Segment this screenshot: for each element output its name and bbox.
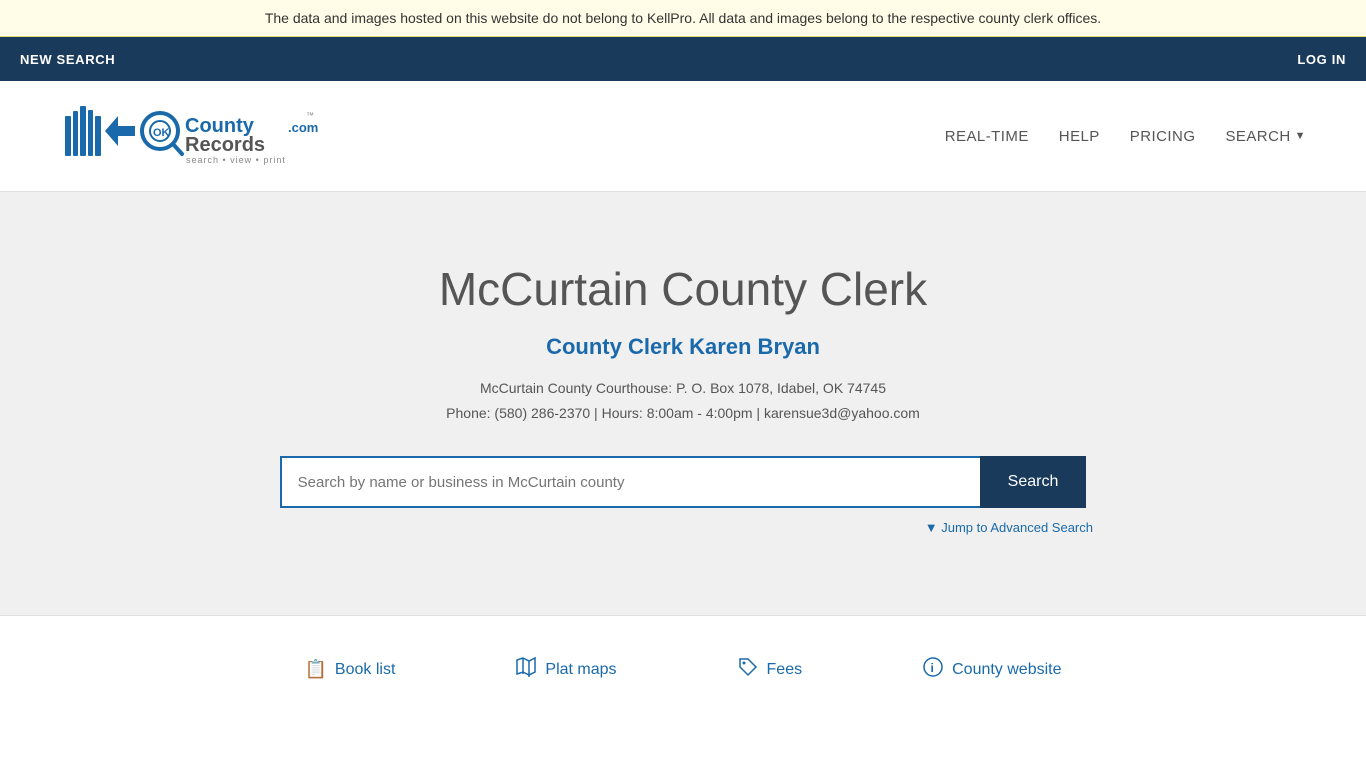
address-line2: Phone: (580) 286-2370 | Hours: 8:00am - … [20, 401, 1346, 426]
clerk-name: County Clerk Karen Bryan [20, 334, 1346, 360]
svg-text:™: ™ [306, 111, 314, 120]
search-dropdown-link[interactable]: SEARCH ▼ [1225, 128, 1306, 145]
help-link[interactable]: HELP [1059, 128, 1100, 145]
search-input[interactable] [280, 456, 980, 508]
fees-link[interactable]: Fees [737, 656, 803, 683]
advanced-search-link[interactable]: ▼ Jump to Advanced Search [925, 520, 1093, 535]
svg-text:search • view • print: search • view • print [186, 155, 286, 165]
search-bar-container: Search [20, 456, 1346, 508]
plat-maps-icon [515, 656, 537, 683]
site-header: OK County Records .com search • view • p… [0, 81, 1366, 192]
book-list-icon: 📋 [305, 659, 327, 680]
search-button[interactable]: Search [980, 456, 1087, 508]
svg-text:i: i [931, 661, 934, 675]
svg-text:.com: .com [288, 120, 318, 135]
svg-text:Records: Records [185, 134, 265, 156]
address-line1: McCurtain County Courthouse: P. O. Box 1… [20, 376, 1346, 401]
svg-text:OK: OK [153, 127, 170, 139]
plat-maps-label: Plat maps [545, 661, 616, 679]
logo-area: OK County Records .com search • view • p… [60, 96, 340, 176]
footer-links-section: 📋 Book list Plat maps Fees [0, 615, 1366, 723]
county-website-link[interactable]: i County website [922, 656, 1061, 683]
real-time-link[interactable]: REAL-TIME [945, 128, 1029, 145]
banner-text: The data and images hosted on this websi… [265, 10, 1101, 26]
main-navigation: REAL-TIME HELP PRICING SEARCH ▼ [945, 128, 1306, 145]
book-list-link[interactable]: 📋 Book list [305, 656, 396, 683]
county-website-label: County website [952, 661, 1061, 679]
log-in-link[interactable]: LOG IN [1297, 52, 1346, 67]
top-navigation: NEW SEARCH LOG IN [0, 37, 1366, 81]
new-search-link[interactable]: NEW SEARCH [20, 52, 115, 67]
plat-maps-link[interactable]: Plat maps [515, 656, 616, 683]
chevron-down-icon: ▼ [1295, 130, 1306, 142]
search-nav-label: SEARCH [1225, 128, 1290, 145]
county-website-icon: i [922, 656, 944, 683]
advanced-search-container: ▼ Jump to Advanced Search [273, 520, 1093, 535]
hero-section: McCurtain County Clerk County Clerk Kare… [0, 192, 1366, 615]
fees-icon [737, 656, 759, 683]
address-info: McCurtain County Courthouse: P. O. Box 1… [20, 376, 1346, 426]
notice-banner: The data and images hosted on this websi… [0, 0, 1366, 37]
pricing-link[interactable]: PRICING [1130, 128, 1196, 145]
fees-label: Fees [767, 661, 803, 679]
book-list-label: Book list [335, 661, 395, 679]
site-logo[interactable]: OK County Records .com search • view • p… [60, 96, 340, 176]
page-title: McCurtain County Clerk [20, 262, 1346, 316]
